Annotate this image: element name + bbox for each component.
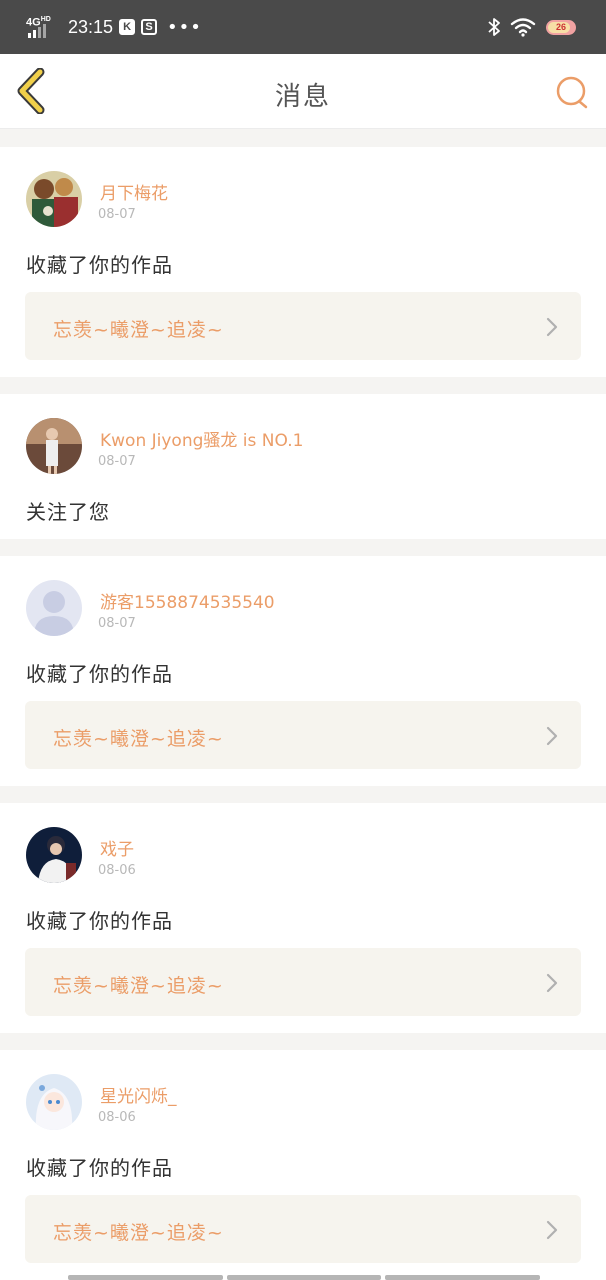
work-link[interactable]: 忘羡~曦澄~追凌~ <box>25 701 581 769</box>
message-date: 08-07 <box>98 616 136 631</box>
chevron-right-icon <box>546 317 558 337</box>
search-icon[interactable] <box>554 74 590 110</box>
avatar[interactable] <box>26 171 82 227</box>
avatar[interactable] <box>26 827 82 883</box>
action-text: 关注了您 <box>26 500 110 524</box>
home-indicator[interactable] <box>68 1275 541 1280</box>
action-text: 收藏了你的作品 <box>26 662 173 686</box>
work-title: 忘羡~曦澄~追凌~ <box>53 975 224 997</box>
more-dots-icon: ••• <box>167 16 202 38</box>
k-app-icon: K <box>119 19 136 35</box>
message-date: 08-06 <box>98 863 136 878</box>
avatar[interactable] <box>26 580 82 636</box>
chevron-right-icon <box>546 1220 558 1240</box>
work-title: 忘羡~曦澄~追凌~ <box>53 319 224 341</box>
message-item: 月下梅花 08-07 收藏了你的作品 忘羡~曦澄~追凌~ <box>0 147 606 377</box>
avatar[interactable] <box>26 418 82 474</box>
page-title: 消息 <box>274 82 331 112</box>
username[interactable]: Kwon Jiyong骚龙 is NO.1 <box>100 426 303 451</box>
action-text: 收藏了你的作品 <box>26 909 173 933</box>
work-title: 忘羡~曦澄~追凌~ <box>53 1222 224 1244</box>
action-text: 收藏了你的作品 <box>26 1156 173 1180</box>
username[interactable]: 游客1558874535540 <box>100 588 275 613</box>
chevron-right-icon <box>546 973 558 993</box>
message-date: 08-06 <box>98 1110 136 1125</box>
bluetooth-icon <box>488 18 500 36</box>
username[interactable]: 星光闪烁_ <box>100 1082 177 1107</box>
header-bar: 消息 <box>0 54 606 129</box>
avatar[interactable] <box>26 1074 82 1130</box>
username[interactable]: 月下梅花 <box>100 179 168 204</box>
message-item: 戏子 08-06 收藏了你的作品 忘羡~曦澄~追凌~ <box>0 803 606 1033</box>
work-title: 忘羡~曦澄~追凌~ <box>53 728 224 750</box>
battery-icon: 26 <box>546 19 576 35</box>
message-item: Kwon Jiyong骚龙 is NO.1 08-07 关注了您 <box>0 394 606 539</box>
network-hd: HD <box>40 16 51 23</box>
signal-icon: 4GHD <box>26 14 60 40</box>
message-item: 星光闪烁_ 08-06 收藏了你的作品 忘羡~曦澄~追凌~ <box>0 1050 606 1280</box>
action-text: 收藏了你的作品 <box>26 253 173 277</box>
message-date: 08-07 <box>98 454 136 469</box>
status-time: 23:15 <box>68 16 114 37</box>
work-link[interactable]: 忘羡~曦澄~追凌~ <box>25 292 581 360</box>
username[interactable]: 戏子 <box>100 835 134 860</box>
wifi-icon <box>510 18 536 37</box>
chevron-right-icon <box>546 726 558 746</box>
s-app-icon: S <box>141 19 158 35</box>
message-date: 08-07 <box>98 207 136 222</box>
work-link[interactable]: 忘羡~曦澄~追凌~ <box>25 948 581 1016</box>
message-item: 游客1558874535540 08-07 收藏了你的作品 忘羡~曦澄~追凌~ <box>0 556 606 786</box>
work-link[interactable]: 忘羡~曦澄~追凌~ <box>25 1195 581 1263</box>
status-bar: 4GHD 23:15 K S ••• 26 <box>0 0 606 54</box>
